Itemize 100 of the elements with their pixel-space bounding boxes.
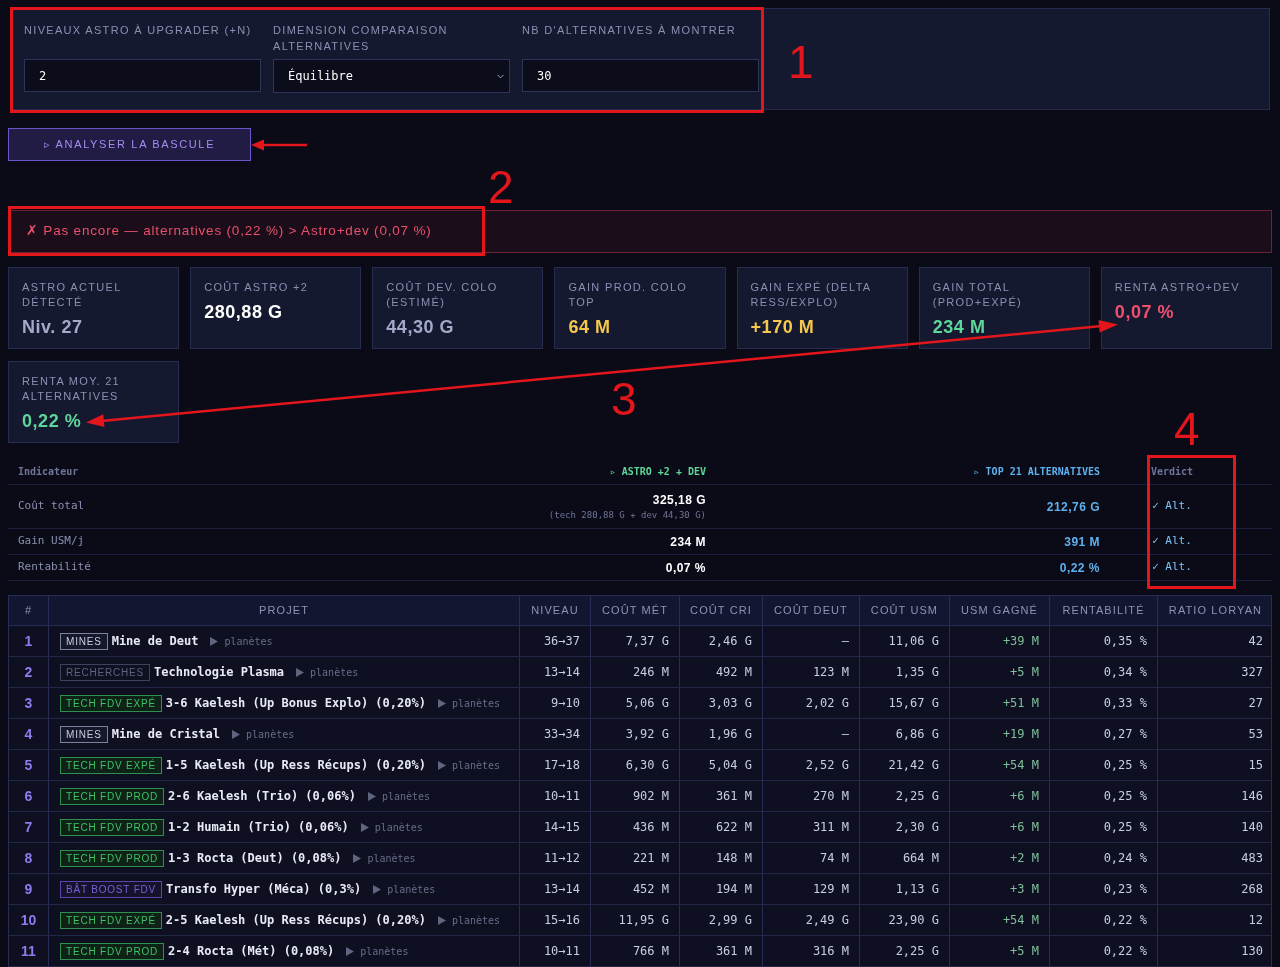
table-cell: 123 M (763, 657, 860, 687)
stat-value: 64 M (568, 317, 611, 337)
table-cell: 766 M (591, 936, 680, 966)
table-cell: 316 M (763, 936, 860, 966)
table-cell: 1,13 G (860, 874, 950, 904)
column-header: COÛT CRI (680, 596, 763, 625)
play-icon (296, 667, 305, 677)
stat-label: RENTA ASTRO+DEV (1114, 280, 1241, 295)
project-name: Technologie Plasma (154, 664, 285, 681)
category-tag: TECH FDV PROD (60, 849, 165, 867)
table-cell: 0,07 % (665, 559, 706, 576)
table-cell-text: 140 (1240, 819, 1264, 836)
project-name: 1-3 Rocta (Deut) (0,08%) (168, 850, 342, 867)
category-tag: TECH FDV PROD (60, 787, 165, 805)
planets-toggle[interactable]: planètes (367, 788, 431, 804)
category-tag: TECH FDV PROD (60, 818, 165, 836)
table-cell-text: 483 (1240, 850, 1264, 867)
planets-toggle[interactable]: planètes (437, 757, 501, 773)
table-cell: 270 M (763, 781, 860, 811)
column-header: PROJET (49, 596, 520, 625)
table-cell: 0,25 % (1050, 781, 1158, 811)
table-cell: 902 M (591, 781, 680, 811)
play-icon (353, 853, 362, 863)
verdict-label: ✓ Alt. (1152, 559, 1193, 576)
table-cell: 0,33 % (1050, 688, 1158, 718)
stat-label: GAIN TOTAL (PROD+EXPÉ) (932, 280, 1024, 310)
table-cell: +6 M (950, 781, 1050, 811)
table-cell-text: 15 (1247, 757, 1264, 774)
table-cell: 33→34 (520, 719, 591, 749)
planets-toggle[interactable]: planètes (210, 633, 273, 649)
annotation-number: 2 (488, 164, 514, 210)
table-cell: 5,04 G (680, 750, 763, 780)
stat-value: Niv. 27 (22, 317, 83, 337)
annotation-arrow (251, 139, 307, 151)
analyze-button[interactable]: ▹ ANALYSER LA BASCULE (8, 128, 251, 161)
stat-value: 0,22 % (22, 411, 82, 431)
cost-breakdown: (tech 280,88 G + dev 44,30 G) (548, 508, 706, 522)
table-cell: 129 M (763, 874, 860, 904)
table-cell: 11,95 G (591, 905, 680, 935)
table-cell: 6,30 G (591, 750, 680, 780)
table-cell: 361 M (680, 781, 763, 811)
planets-toggle[interactable]: planètes (296, 664, 359, 680)
row-label: Coût total (17, 498, 86, 515)
field-label: NB D'ALTERNATIVES À MONTRER (522, 23, 737, 38)
table-cell: — (763, 626, 860, 656)
column-header: COÛT USM (860, 596, 950, 625)
table-cell: 0,34 % (1050, 657, 1158, 687)
stat-value: 234 M (932, 317, 986, 337)
annotation-number: 1 (788, 39, 814, 85)
planets-toggle[interactable]: planètes (437, 695, 501, 711)
table-cell: 2,25 G (860, 936, 950, 966)
verdict-label: ✓ Alt. (1152, 498, 1193, 515)
stat-label: GAIN PROD. COLO TOP (568, 280, 689, 310)
dropdown[interactable]: Équilibre (273, 59, 510, 93)
category-tag: TECH FDV PROD (60, 942, 165, 960)
table-cell: +6 M (950, 812, 1050, 842)
project-name: 1-5 Kaelesh (Up Ress Récups) (0,20%) (165, 757, 426, 774)
planets-toggle[interactable]: planètes (232, 726, 295, 742)
number-input[interactable]: 2 (24, 59, 261, 92)
category-tag: TECH FDV EXPÉ (60, 756, 162, 774)
field-label: DIMENSION COMPARAISON ALTERNATIVES (273, 23, 449, 54)
table-cell: 0,22 % (1050, 936, 1158, 966)
column-header: ▹ ASTRO +2 + DEV (609, 465, 707, 479)
table-cell: 0,25 % (1050, 750, 1158, 780)
project-name: 2-6 Kaelesh (Trio) (0,06%) (168, 788, 356, 805)
table-cell-text: 42 (1247, 633, 1264, 650)
column-header: # (9, 596, 49, 625)
verdict-label: ✓ Alt. (1152, 533, 1193, 550)
planets-toggle[interactable]: planètes (353, 850, 416, 866)
number-input[interactable]: 30 (522, 59, 759, 92)
rank-number: 1 (9, 626, 49, 656)
table-cell-text: 12 (1247, 912, 1264, 929)
table-cell: 10→11 (520, 781, 591, 811)
planets-toggle[interactable]: planètes (360, 819, 423, 835)
table-cell: 10→11 (520, 936, 591, 966)
row-label: Gain USM/j (17, 533, 86, 550)
table-cell: 622 M (680, 812, 763, 842)
stat-label: ASTRO ACTUEL DÉTECTÉ (22, 280, 123, 310)
table-cell: 3,92 G (591, 719, 680, 749)
rank-number: 5 (9, 750, 49, 780)
table-cell-text: 212,76 G (1046, 498, 1101, 516)
play-icon (437, 698, 446, 708)
project-name: 1-2 Humain (Trio) (0,06%) (168, 819, 349, 836)
table-cell: 2,02 G (763, 688, 860, 718)
stat-label: COÛT DEV. COLO (ESTIMÉ) (386, 280, 499, 310)
play-icon (360, 822, 369, 832)
table-cell: 9→10 (520, 688, 591, 718)
rank-number: 9 (9, 874, 49, 904)
table-cell: 2,30 G (860, 812, 950, 842)
category-tag: TECH FDV EXPÉ (60, 911, 162, 929)
table-cell-text: 146 (1240, 788, 1264, 805)
column-header: ▹ TOP 21 ALTERNATIVES (973, 465, 1101, 479)
table-cell: 148 M (680, 843, 763, 873)
planets-toggle[interactable]: planètes (346, 943, 409, 959)
planets-toggle[interactable]: planètes (373, 881, 436, 897)
table-cell: +51 M (950, 688, 1050, 718)
table-cell: +19 M (950, 719, 1050, 749)
table-cell: 11,06 G (860, 626, 950, 656)
planets-toggle[interactable]: planètes (437, 912, 501, 928)
table-cell: 0,25 % (1050, 812, 1158, 842)
